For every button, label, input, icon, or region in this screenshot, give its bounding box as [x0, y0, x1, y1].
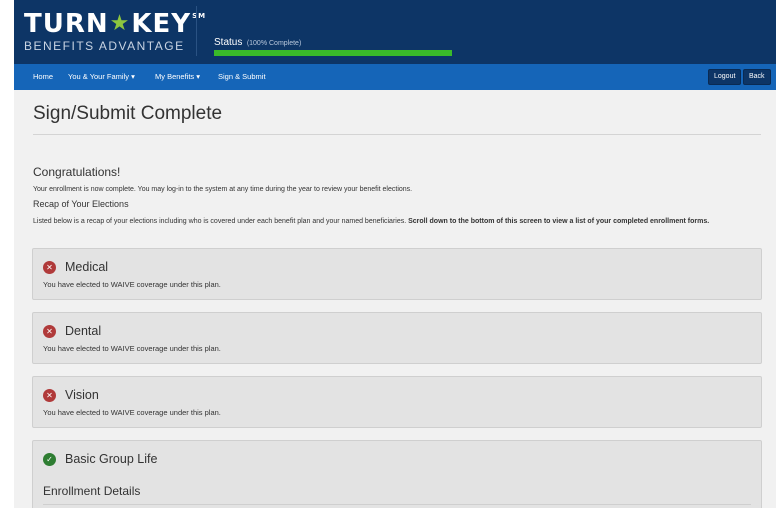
star-icon: ★: [109, 11, 131, 36]
status-indicator: Status (100% Complete): [214, 32, 301, 50]
nav-sign-and-submit[interactable]: Sign & Submit: [218, 72, 266, 81]
panel-body: You have elected to WAIVE coverage under…: [43, 408, 221, 417]
logo-text-right: KEY: [131, 9, 192, 39]
progress-bar-fill: [214, 50, 452, 56]
nav-you-and-your-family[interactable]: You & Your Family ▾: [68, 72, 135, 81]
service-mark: SM: [192, 12, 207, 20]
panel-body: You have elected to WAIVE coverage under…: [43, 344, 221, 353]
check-circle-icon: ✓: [43, 452, 56, 466]
x-circle-icon: ✕: [43, 388, 56, 402]
logo-subtitle: BENEFITS ADVANTAGE: [24, 39, 185, 53]
recap-heading: Recap of Your Elections: [33, 199, 129, 209]
recap-description-bold: Scroll down to the bottom of this screen…: [408, 218, 710, 225]
panel-title: Basic Group Life: [65, 452, 158, 466]
status-detail: (100% Complete): [246, 40, 302, 47]
page-title: Sign/Submit Complete: [33, 103, 223, 124]
turnkey-logo[interactable]: TURN ★ KEY SM BENEFITS ADVANTAGE: [24, 10, 206, 53]
panel-title: Vision: [65, 388, 99, 402]
site-header: TURN ★ KEY SM BENEFITS ADVANTAGE Status (10…: [14, 0, 776, 64]
main-nav: Home You & Your Family ▾ My Benefits ▾ S…: [14, 64, 776, 90]
recap-description: Listed below is a recap of your election…: [33, 216, 763, 227]
panel-title: Dental: [65, 324, 102, 338]
enrollment-details-divider: [43, 504, 751, 505]
logout-button[interactable]: Logout: [708, 69, 742, 85]
progress-bar: [214, 50, 452, 56]
nav-home[interactable]: Home: [33, 72, 53, 81]
enrollment-details-heading: Enrollment Details: [43, 484, 141, 498]
panel-basic-group-life: ✓ Basic Group Life Enrollment Details: [32, 440, 762, 508]
panel-vision: ✕ Vision You have elected to WAIVE cover…: [32, 376, 762, 428]
panel-medical: ✕ Medical You have elected to WAIVE cove…: [32, 248, 762, 300]
congrats-heading: Congratulations!: [33, 165, 121, 179]
left-gutter: [0, 0, 14, 508]
panel-body: You have elected to WAIVE coverage under…: [43, 280, 221, 289]
status-label: Status: [214, 37, 243, 48]
header-divider: [196, 6, 197, 56]
x-circle-icon: ✕: [43, 260, 56, 274]
recap-description-text: Listed below is a recap of your election…: [33, 218, 407, 225]
x-circle-icon: ✕: [43, 324, 56, 338]
back-button[interactable]: Back: [743, 69, 771, 85]
nav-my-benefits[interactable]: My Benefits ▾: [155, 72, 200, 81]
title-divider: [33, 134, 761, 135]
logo-text-left: TURN: [24, 9, 109, 39]
panel-title: Medical: [65, 260, 109, 274]
app-window: TURN ★ KEY SM BENEFITS ADVANTAGE Status (10…: [14, 0, 776, 508]
panel-dental: ✕ Dental You have elected to WAIVE cover…: [32, 312, 762, 364]
completion-note: Your enrollment is now complete. You may…: [33, 186, 413, 193]
